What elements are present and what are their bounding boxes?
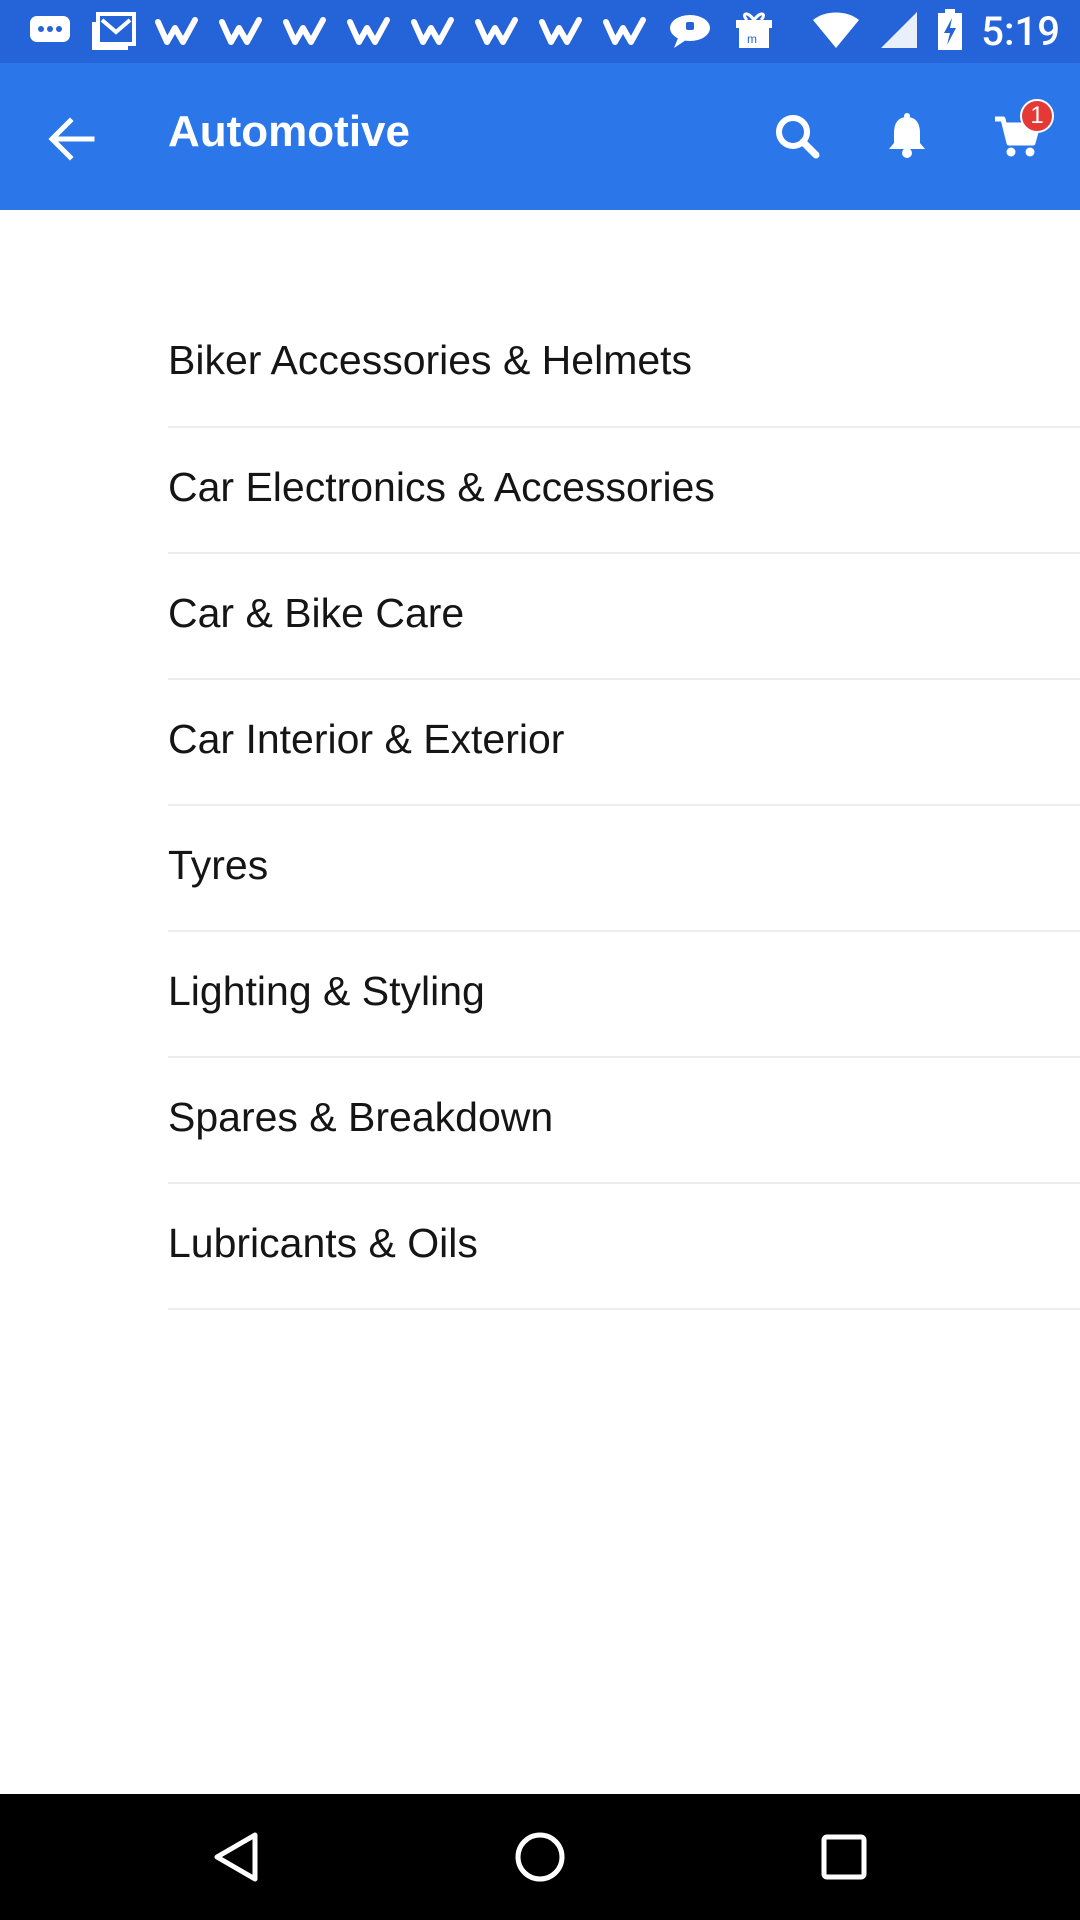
list-item[interactable]: Biker Accessories & Helmets (168, 300, 1080, 428)
wish-icon (154, 10, 202, 52)
nav-back-button[interactable] (206, 1827, 266, 1887)
gift-box-icon: m (730, 10, 778, 52)
wish-icon (538, 10, 586, 52)
circle-home-icon (515, 1832, 565, 1882)
notification-icons: m (26, 10, 778, 52)
wish-icon (346, 10, 394, 52)
gmail-icon (90, 10, 138, 52)
nav-recents-button[interactable] (814, 1827, 874, 1887)
wish-icon (602, 10, 650, 52)
category-label: Car Electronics & Accessories (168, 463, 715, 510)
category-label: Tyres (168, 841, 269, 888)
category-label: Lubricants & Oils (168, 1219, 478, 1266)
category-label: Spares & Breakdown (168, 1093, 554, 1140)
search-icon (776, 115, 820, 159)
system-navigation-bar (0, 1794, 1080, 1920)
category-label: Lighting & Styling (168, 967, 485, 1014)
page-title: Automotive (168, 107, 410, 156)
status-bar: m 5:19 (0, 0, 1080, 63)
wish-icon (474, 10, 522, 52)
arrow-back-icon (48, 117, 95, 161)
signal-icon (879, 10, 919, 54)
category-label: Car & Bike Care (168, 589, 465, 636)
wifi-icon (811, 10, 861, 54)
category-label: Biker Accessories & Helmets (168, 336, 693, 383)
list-item[interactable]: Lubricants & Oils (168, 1184, 1080, 1310)
notifications-button[interactable] (874, 103, 940, 169)
cart-button[interactable]: 1 (984, 99, 1054, 169)
category-list: Biker Accessories & Helmets Car Electron… (168, 300, 1080, 1310)
clock: 5:19 (981, 8, 1060, 55)
square-recents-icon (821, 1834, 867, 1880)
chat-bubble-icon (26, 10, 74, 52)
svg-text:m: m (747, 32, 757, 46)
wish-icon (218, 10, 266, 52)
cart-count-badge: 1 (1020, 99, 1054, 133)
nav-home-button[interactable] (510, 1827, 570, 1887)
triangle-back-icon (214, 1832, 258, 1882)
list-item[interactable]: Car & Bike Care (168, 554, 1080, 680)
wish-icon (282, 10, 330, 52)
list-item[interactable]: Car Electronics & Accessories (168, 428, 1080, 554)
list-item[interactable]: Lighting & Styling (168, 932, 1080, 1058)
battery-charging-icon (937, 8, 963, 55)
message-icon (666, 10, 714, 52)
list-item[interactable]: Tyres (168, 806, 1080, 932)
app-bar: Automotive 1 (0, 63, 1080, 210)
category-label: Car Interior & Exterior (168, 715, 565, 762)
list-item[interactable]: Car Interior & Exterior (168, 680, 1080, 806)
system-status: 5:19 (811, 8, 1060, 55)
wish-icon (410, 10, 458, 52)
list-item[interactable]: Spares & Breakdown (168, 1058, 1080, 1184)
back-button[interactable] (42, 109, 102, 169)
bell-icon (889, 113, 925, 158)
search-button[interactable] (764, 103, 830, 169)
